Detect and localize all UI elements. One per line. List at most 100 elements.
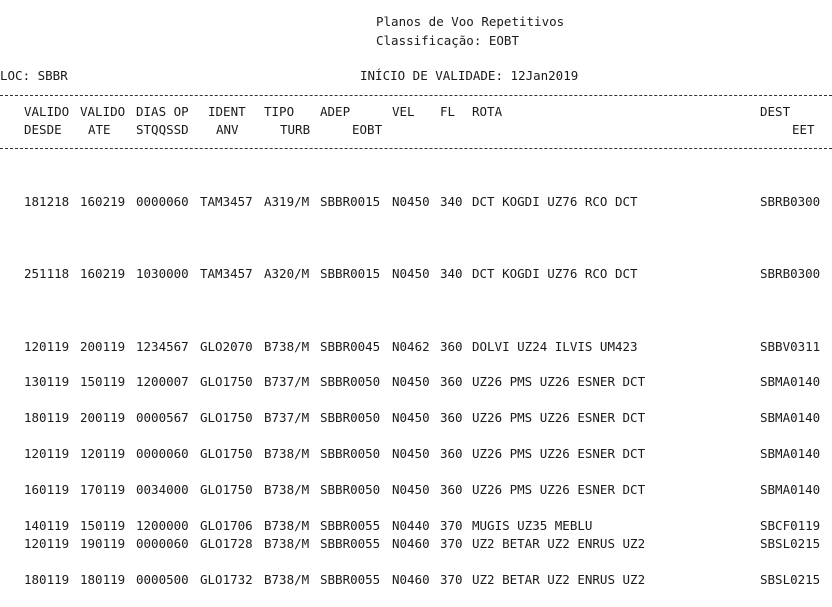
row-fl-cell: 360 (440, 339, 463, 354)
row-ate-cell: 150119 (80, 374, 126, 389)
row-ident-cell: GLO1750 (200, 374, 253, 389)
row-tipo-cell: B738/M (264, 482, 310, 497)
row-dias-cell: 1030000 (136, 266, 189, 281)
column-header: TIPO (264, 104, 295, 119)
row-desde-cell: 130119 (24, 374, 70, 389)
row-adep-cell: SBBR0015 (320, 266, 381, 281)
row-vel-cell: N0440 (392, 518, 430, 533)
row-ident-cell: TAM3457 (200, 194, 253, 209)
row-dest-cell: SBMA0140 (760, 446, 821, 461)
row-desde-cell: 140119 (24, 518, 70, 533)
row-ident-cell: GLO1728 (200, 536, 253, 551)
column-header: ANV (216, 122, 239, 137)
column-header: DEST (760, 104, 791, 119)
row-tipo-cell: A319/M (264, 194, 310, 209)
row-tipo-cell: B738/M (264, 339, 310, 354)
column-header: ADEP (320, 104, 351, 119)
row-fl-cell: 370 (440, 572, 463, 587)
row-dest-cell: SBRB0300 (760, 194, 821, 209)
row-dias-cell: 1234567 (136, 339, 189, 354)
column-header: ATE (88, 122, 111, 137)
row-tipo-cell: B738/M (264, 518, 310, 533)
row-ident-cell: GLO1732 (200, 572, 253, 587)
row-tipo-cell: A320/M (264, 266, 310, 281)
row-adep-cell: SBBR0050 (320, 410, 381, 425)
column-header: EET (792, 122, 815, 137)
row-desde-cell: 181218 (24, 194, 70, 209)
row-rota-cell: UZ26 PMS UZ26 ESNER DCT (472, 446, 646, 461)
row-vel-cell: N0450 (392, 374, 430, 389)
row-tipo-cell: B738/M (264, 572, 310, 587)
row-vel-cell: N0450 (392, 446, 430, 461)
row-desde-cell: 180119 (24, 572, 70, 587)
row-dias-cell: 0000567 (136, 410, 189, 425)
row-fl-cell: 370 (440, 518, 463, 533)
row-ident-cell: GLO2070 (200, 339, 253, 354)
row-adep-cell: SBBR0050 (320, 482, 381, 497)
row-rota-cell: MUGIS UZ35 MEBLU (472, 518, 593, 533)
row-dias-cell: 1200007 (136, 374, 189, 389)
row-tipo-cell: B737/M (264, 410, 310, 425)
row-ate-cell: 200119 (80, 339, 126, 354)
row-ident-cell: GLO1750 (200, 410, 253, 425)
header-top-divider (0, 95, 832, 96)
row-dias-cell: 0000500 (136, 572, 189, 587)
row-vel-cell: N0450 (392, 194, 430, 209)
row-fl-cell: 360 (440, 374, 463, 389)
row-rota-cell: DOLVI UZ24 ILVIS UM423 (472, 339, 638, 354)
column-header: IDENT (208, 104, 246, 119)
row-vel-cell: N0450 (392, 410, 430, 425)
row-dest-cell: SBMA0140 (760, 482, 821, 497)
row-dias-cell: 0000060 (136, 194, 189, 209)
row-ident-cell: TAM3457 (200, 266, 253, 281)
column-header: DESDE (24, 122, 62, 137)
row-ate-cell: 190119 (80, 536, 126, 551)
row-ate-cell: 160219 (80, 194, 126, 209)
validity-label: INÍCIO DE VALIDADE: 12Jan2019 (360, 68, 579, 83)
column-header: DIAS OP (136, 104, 189, 119)
row-rota-cell: UZ26 PMS UZ26 ESNER DCT (472, 482, 646, 497)
column-header: STQQSSD (136, 122, 189, 137)
row-tipo-cell: B737/M (264, 374, 310, 389)
column-header: VEL (392, 104, 415, 119)
row-dest-cell: SBSL0215 (760, 536, 821, 551)
report-title: Planos de Voo Repetitivos (376, 14, 565, 29)
row-fl-cell: 360 (440, 410, 463, 425)
row-desde-cell: 251118 (24, 266, 70, 281)
row-ident-cell: GLO1750 (200, 482, 253, 497)
row-adep-cell: SBBR0055 (320, 518, 381, 533)
row-desde-cell: 180119 (24, 410, 70, 425)
row-dest-cell: SBBV0311 (760, 339, 821, 354)
loc-label: LOC: SBBR (0, 68, 68, 83)
row-dias-cell: 0034000 (136, 482, 189, 497)
row-rota-cell: DCT KOGDI UZ76 RCO DCT (472, 194, 638, 209)
row-adep-cell: SBBR0015 (320, 194, 381, 209)
column-header: TURB (280, 122, 311, 137)
row-fl-cell: 360 (440, 482, 463, 497)
row-fl-cell: 370 (440, 536, 463, 551)
row-ate-cell: 180119 (80, 572, 126, 587)
column-header: VALIDO (24, 104, 70, 119)
row-rota-cell: UZ26 PMS UZ26 ESNER DCT (472, 410, 646, 425)
row-adep-cell: SBBR0050 (320, 446, 381, 461)
row-vel-cell: N0450 (392, 482, 430, 497)
row-rota-cell: UZ2 BETAR UZ2 ENRUS UZ2 (472, 572, 646, 587)
row-ident-cell: GLO1706 (200, 518, 253, 533)
row-vel-cell: N0460 (392, 536, 430, 551)
row-vel-cell: N0450 (392, 266, 430, 281)
report-classification: Classificação: EOBT (376, 33, 519, 48)
row-vel-cell: N0462 (392, 339, 430, 354)
row-desde-cell: 160119 (24, 482, 70, 497)
header-bottom-divider (0, 148, 832, 149)
row-ate-cell: 160219 (80, 266, 126, 281)
row-ate-cell: 150119 (80, 518, 126, 533)
row-tipo-cell: B738/M (264, 536, 310, 551)
row-desde-cell: 120119 (24, 446, 70, 461)
column-header: VALIDO (80, 104, 126, 119)
row-dest-cell: SBMA0140 (760, 374, 821, 389)
row-ate-cell: 200119 (80, 410, 126, 425)
row-ate-cell: 120119 (80, 446, 126, 461)
row-fl-cell: 360 (440, 446, 463, 461)
row-dest-cell: SBCF0119 (760, 518, 821, 533)
row-dias-cell: 0000060 (136, 536, 189, 551)
